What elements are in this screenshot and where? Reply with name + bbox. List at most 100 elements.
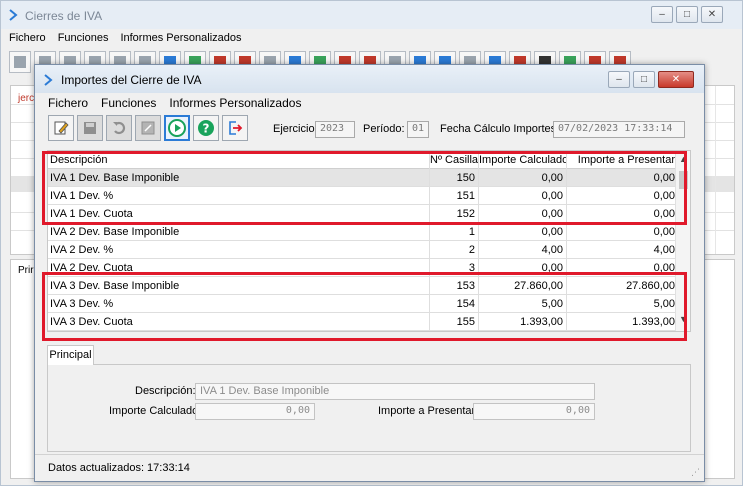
cell-importe-calculado: 1.393,00 (478, 313, 566, 331)
menu-informes[interactable]: Informes Personalizados (169, 96, 301, 110)
cell-importe-presentar: 5,00 (566, 295, 677, 313)
cell-casilla: 152 (429, 205, 478, 223)
cell-descripcion: IVA 1 Dev. % (50, 190, 114, 202)
column-header-importe-presentar[interactable]: Importe a Presentar (566, 151, 677, 169)
importe-calculado-field[interactable]: 0,00 (195, 403, 315, 420)
fecha-calculo-field[interactable]: 07/02/2023 17:33:14 (553, 121, 685, 138)
main-grid-fragment: jerc (18, 93, 35, 104)
exit-button[interactable] (222, 115, 248, 141)
ejercicio-label: Ejercicio: (273, 123, 318, 135)
edit-icon (54, 121, 69, 135)
cell-casilla: 2 (429, 241, 478, 259)
table-row[interactable]: IVA 1 Dev. Base Imponible 150 0,00 0,00 (48, 169, 677, 187)
minimize-icon[interactable]: – (651, 6, 673, 23)
column-header-casilla[interactable]: Nº Casilla (429, 151, 478, 169)
importe-presentar-label: Importe a Presentar: (378, 405, 479, 417)
scroll-thumb[interactable] (679, 171, 688, 189)
cell-importe-calculado: 0,00 (478, 223, 566, 241)
table-row[interactable]: IVA 3 Dev. Cuota 155 1.393,00 1.393,00 (48, 313, 677, 331)
maximize-icon[interactable]: □ (676, 6, 698, 23)
importes-grid: Descripción Nº Casilla Importe Calculado… (47, 150, 691, 332)
edit-button[interactable] (48, 115, 74, 141)
table-row[interactable]: IVA 3 Dev. % 154 5,00 5,00 (48, 295, 677, 313)
undo-button[interactable] (106, 115, 132, 141)
maximize-icon[interactable]: □ (633, 71, 655, 88)
menu-informes[interactable]: Informes Personalizados (120, 32, 241, 44)
cell-importe-calculado: 0,00 (478, 205, 566, 223)
table-row[interactable]: IVA 1 Dev. % 151 0,00 0,00 (48, 187, 677, 205)
cell-descripcion: IVA 2 Dev. Cuota (50, 262, 133, 274)
app-arrow-icon (44, 74, 53, 86)
cell-importe-calculado: 0,00 (478, 187, 566, 205)
menu-fichero[interactable]: Fichero (48, 96, 88, 110)
status-bar: Datos actualizados: 17:33:14 ⋰ (35, 454, 704, 481)
menu-fichero[interactable]: Fichero (9, 32, 46, 44)
descripcion-label: Descripción: (135, 385, 196, 397)
descripcion-field[interactable]: IVA 1 Dev. Base Imponible (195, 383, 595, 400)
help-button[interactable]: ? (193, 115, 219, 141)
minimize-icon[interactable]: – (608, 71, 630, 88)
cell-casilla: 155 (429, 313, 478, 331)
cell-descripcion: IVA 1 Dev. Base Imponible (50, 172, 180, 184)
scroll-down-icon[interactable]: ▼ (676, 314, 690, 328)
detail-panel: Descripción: IVA 1 Dev. Base Imponible I… (47, 364, 691, 452)
cell-descripcion: IVA 3 Dev. Base Imponible (50, 280, 180, 292)
column-header-importe-calculado[interactable]: Importe Calculado (478, 151, 566, 169)
menu-funciones[interactable]: Funciones (101, 96, 156, 110)
cell-importe-presentar: 0,00 (566, 187, 677, 205)
main-window-controls: – □ ✕ (651, 6, 723, 23)
cell-casilla: 1 (429, 223, 478, 241)
dialog-title: Importes del Cierre de IVA (61, 73, 202, 87)
cell-importe-presentar: 0,00 (566, 205, 677, 223)
cell-importe-presentar: 4,00 (566, 241, 677, 259)
table-row[interactable]: IVA 2 Dev. Base Imponible 1 0,00 0,00 (48, 223, 677, 241)
fecha-calculo-label: Fecha Cálculo Importes: (440, 123, 560, 135)
grid-scrollbar[interactable]: ▲ ▼ (675, 151, 690, 331)
scroll-up-icon[interactable]: ▲ (676, 154, 690, 168)
table-row[interactable]: IVA 3 Dev. Base Imponible 153 27.860,00 27.… (48, 277, 677, 295)
menu-funciones[interactable]: Funciones (58, 32, 109, 44)
periodo-field[interactable]: 01 (407, 121, 429, 138)
table-row[interactable]: IVA 2 Dev. % 2 4,00 4,00 (48, 241, 677, 259)
importes-dialog: Importes del Cierre de IVA – □ ✕ Fichero… (34, 64, 705, 482)
cell-descripcion: IVA 3 Dev. Cuota (50, 316, 133, 328)
ejercicio-field[interactable]: 2023 (315, 121, 355, 138)
cell-importe-calculado: 5,00 (478, 295, 566, 313)
main-grid-scrollbar[interactable] (715, 86, 733, 254)
calculator-button[interactable] (135, 115, 161, 141)
cell-casilla: 154 (429, 295, 478, 313)
periodo-label: Período: (363, 123, 405, 135)
resize-grip-icon[interactable]: ⋰ (691, 467, 700, 478)
main-menu-bar: Fichero Funciones Informes Personalizado… (1, 29, 742, 47)
cell-importe-calculado: 0,00 (478, 169, 566, 187)
cell-importe-presentar: 27.860,00 (566, 277, 677, 295)
table-row[interactable]: IVA 1 Dev. Cuota 152 0,00 0,00 (48, 205, 677, 223)
main-lower-tab-fragment[interactable]: Prir (18, 265, 34, 276)
close-icon[interactable]: ✕ (658, 71, 694, 88)
cell-importe-presentar: 0,00 (566, 259, 677, 277)
close-icon[interactable]: ✕ (701, 6, 723, 23)
cell-descripcion: IVA 1 Dev. Cuota (50, 208, 133, 220)
column-header-descripcion[interactable]: Descripción (48, 151, 429, 169)
execute-button[interactable] (164, 115, 190, 141)
grid-header: Descripción Nº Casilla Importe Calculado… (48, 151, 677, 169)
table-row[interactable]: IVA 2 Dev. Cuota 3 0,00 0,00 (48, 259, 677, 277)
cell-importe-calculado: 0,00 (478, 259, 566, 277)
dialog-window-controls: – □ ✕ (608, 71, 694, 88)
main-window-title: Cierres de IVA (25, 9, 103, 23)
app-arrow-icon (9, 9, 18, 21)
cell-descripcion: IVA 2 Dev. Base Imponible (50, 226, 180, 238)
save-icon (84, 122, 96, 134)
toolbar-button[interactable] (9, 51, 31, 73)
cell-descripcion: IVA 3 Dev. % (50, 298, 114, 310)
play-icon (168, 119, 186, 137)
dialog-toolbar: ? (48, 115, 248, 141)
importe-presentar-field[interactable]: 0,00 (473, 403, 595, 420)
main-titlebar: Cierres de IVA – □ ✕ (1, 1, 742, 29)
save-button[interactable] (77, 115, 103, 141)
cell-importe-calculado: 4,00 (478, 241, 566, 259)
status-text: Datos actualizados: 17:33:14 (48, 462, 190, 474)
undo-icon (113, 121, 126, 135)
tab-principal[interactable]: Principal (47, 345, 94, 365)
dialog-titlebar[interactable]: Importes del Cierre de IVA – □ ✕ (35, 65, 704, 93)
